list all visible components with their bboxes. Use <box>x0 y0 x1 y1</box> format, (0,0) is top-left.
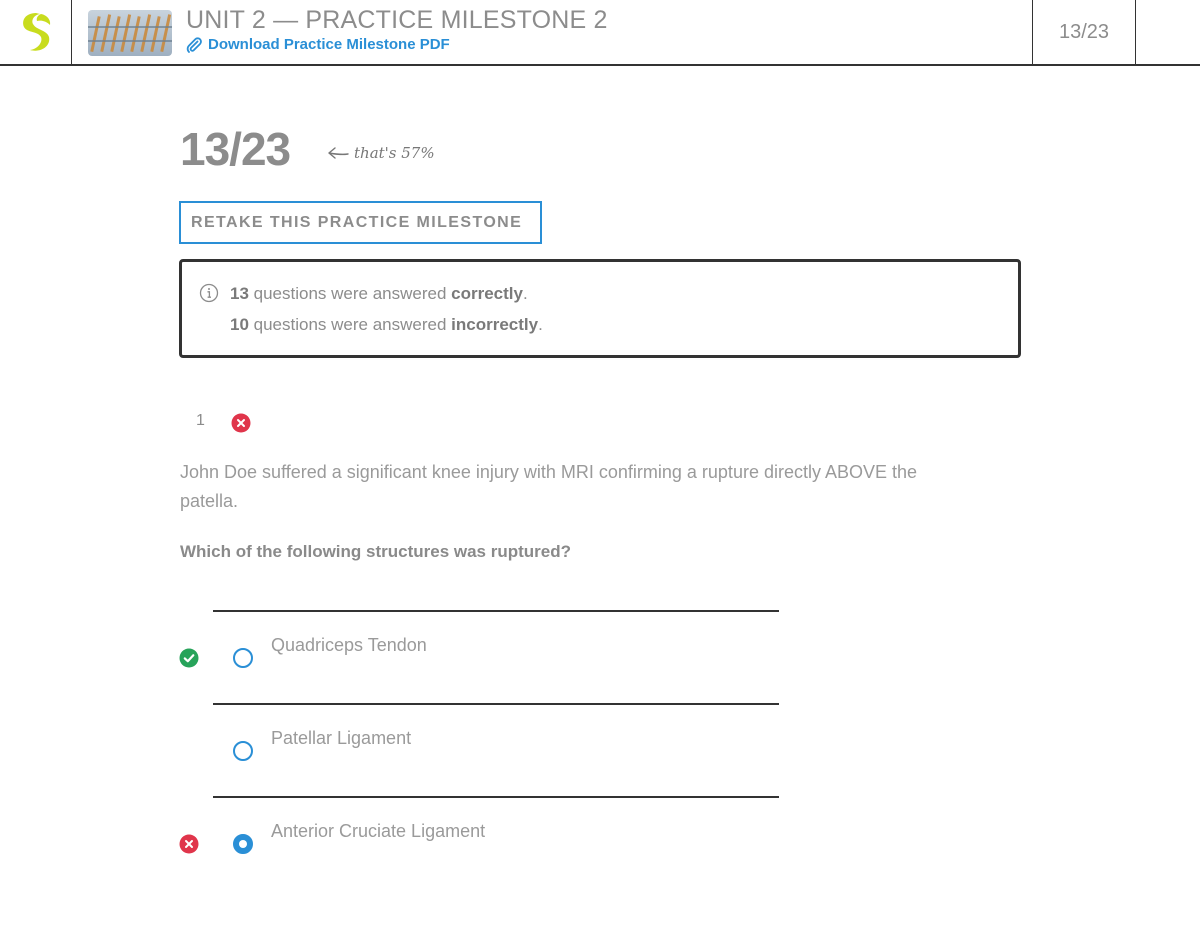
question-number: 1 <box>196 412 205 429</box>
title-cell: UNIT 2 — PRACTICE MILESTONE 2 Download P… <box>72 0 1032 64</box>
answer-label: Patellar Ligament <box>271 728 412 748</box>
question-text: John Doe suffered a significant knee inj… <box>180 462 918 511</box>
score-display: 13/23 <box>180 123 291 175</box>
correct-period: . <box>522 284 528 303</box>
top-bar: UNIT 2 — PRACTICE MILESTONE 2 Download P… <box>0 0 1200 66</box>
score-percentage-note: that's 57% <box>326 144 435 162</box>
download-pdf-link[interactable]: Download Practice Milestone PDF <box>186 36 450 53</box>
incorrect-summary: 10 questions were answered incorrectly. <box>230 315 543 335</box>
incorrect-icon <box>231 413 251 433</box>
results-summary: 13 questions were answered correctly. 10… <box>179 259 1021 358</box>
answer-divider <box>213 796 779 798</box>
incorrect-count: 10 <box>230 315 249 334</box>
info-icon <box>199 283 219 303</box>
paperclip-icon <box>186 36 202 53</box>
incorrect-text: questions were answered <box>248 315 452 334</box>
question-prompt: Which of the following structures was ru… <box>180 542 572 561</box>
unit-thumbnail <box>88 10 172 56</box>
header-menu-cell[interactable] <box>1136 0 1200 64</box>
retake-button[interactable]: RETAKE THIS PRACTICE MILESTONE <box>179 201 542 244</box>
correct-text: questions were answered <box>248 284 452 303</box>
incorrect-word: incorrectly <box>451 315 539 334</box>
answer-radio-quadriceps-tendon[interactable] <box>233 648 253 668</box>
incorrect-answer-icon <box>179 834 199 854</box>
answer-radio-patellar-ligament[interactable] <box>233 741 253 761</box>
answer-label: Anterior Cruciate Ligament <box>271 821 486 841</box>
answer-label: Quadriceps Tendon <box>271 635 427 655</box>
logo-cell[interactable] <box>0 0 72 64</box>
correct-count: 13 <box>230 284 249 303</box>
arrow-left-icon <box>328 147 349 159</box>
correct-word: correctly <box>451 284 523 303</box>
header-score: 13/23 <box>1032 0 1136 64</box>
unit-title: UNIT 2 — PRACTICE MILESTONE 2 <box>186 6 608 34</box>
answer-radio-anterior-cruciate-ligament[interactable] <box>233 834 253 854</box>
incorrect-period: . <box>538 315 543 334</box>
correct-summary: 13 questions were answered correctly. <box>230 284 528 304</box>
sophia-logo-icon <box>22 13 50 51</box>
answer-divider <box>213 610 779 612</box>
download-pdf-label: Download Practice Milestone PDF <box>208 36 450 53</box>
correct-answer-icon <box>179 648 199 668</box>
answer-divider <box>213 703 779 705</box>
score-note-text: that's 57% <box>354 144 435 162</box>
